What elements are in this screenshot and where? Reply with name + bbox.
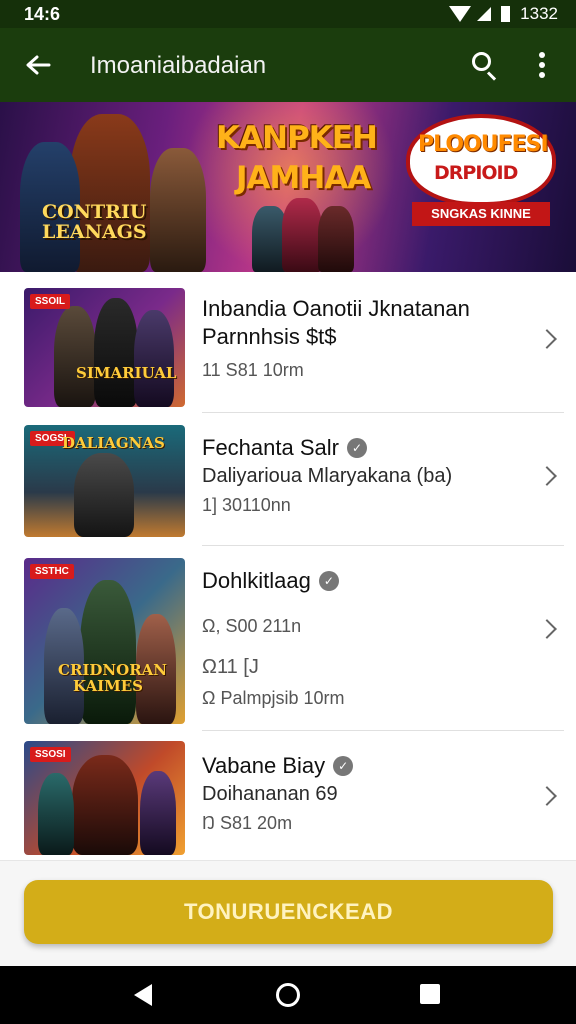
search-icon [472, 52, 491, 71]
item-thumbnail: SSOIL SIMARIUAL [24, 288, 185, 407]
arrow-left-icon [26, 55, 51, 75]
nav-back-icon[interactable] [134, 984, 152, 1006]
primary-action-button[interactable]: TONURUENCKEAD [24, 880, 553, 944]
chevron-right-icon [537, 466, 557, 486]
banner-hero-figure [318, 206, 354, 272]
more-vert-icon [539, 52, 545, 58]
banner-hero-figure [150, 148, 206, 272]
banner-badge-line1: PLOOUFESI [418, 132, 549, 157]
list-item[interactable]: SOGSL DALIAGNAS Fechanta Salr ✓ Daliyario… [0, 413, 576, 545]
system-nav-bar [0, 966, 576, 1024]
banner-badge-line2: DRPIOID [434, 162, 518, 184]
status-time: 14:6 [24, 4, 61, 24]
banner-badge [406, 114, 556, 206]
app-bar: Imoaniaibadaian [0, 28, 576, 102]
list-item[interactable]: SSTHC CRIDNORAN KAIMES Dohlkitlaag ✓ Ω, S… [0, 546, 576, 730]
item-thumbnail: SOGSL DALIAGNAS [24, 425, 185, 537]
banner-title-line2: JAMHAA [236, 160, 371, 196]
item-thumbnail: SSTHC CRIDNORAN KAIMES [24, 558, 185, 724]
verified-icon: ✓ [346, 438, 367, 458]
battery-icon [501, 6, 511, 22]
chevron-right-icon [537, 619, 557, 639]
list-item[interactable]: SSOSI Vabane Biay ✓ Doihananan 69 Ŋ S81 2… [0, 731, 576, 859]
chevron-right-icon [537, 329, 557, 349]
signal-icon [477, 7, 492, 21]
status-icons: 1332 [449, 4, 558, 24]
item-title: Fechanta Salr ✓ [202, 435, 367, 461]
item-title: Inbandia Oanotii Jknatanan [202, 296, 470, 321]
item-subtitle: Parnnhsis $t$ [202, 324, 337, 349]
banner-badge-ribbon: SNGKAS KINNE [412, 202, 550, 226]
item-thumb-text: CRIDNORAN KAIMES [58, 661, 168, 695]
search-button[interactable] [462, 43, 506, 87]
verified-icon: ✓ [318, 571, 339, 591]
item-thumbnail: SSOSI [24, 741, 185, 855]
item-meta: Ω, S00 211n [202, 616, 302, 636]
banner-left-title: CONTRIU LEANAGS [42, 201, 147, 243]
status-right-text: 1332 [520, 4, 558, 23]
back-button[interactable] [16, 43, 60, 87]
banner-hero-figure [282, 198, 322, 272]
item-meta: Ω11 [J [202, 656, 259, 678]
item-thumb-text: SIMARIUAL [76, 364, 177, 382]
item-thumb-text: DALIAGNAS [62, 434, 165, 452]
item-tag: SSTHC [30, 564, 74, 579]
status-bar: 14:6 1332 [0, 0, 576, 28]
item-subtitle: Doihananan 69 [202, 783, 338, 805]
item-subtitle: Daliyarioua Mlaryakana (ba) [202, 465, 453, 487]
item-title: Dohlkitlaag ✓ [202, 568, 339, 594]
banner-hero-figure [70, 114, 150, 272]
item-meta: Ω Palmpjsib 10rm [202, 688, 345, 708]
item-meta: Ŋ S81 20m [202, 813, 293, 833]
more-options-button[interactable] [520, 43, 564, 87]
item-meta: 11 S81 10rm [202, 360, 304, 380]
chevron-right-icon [537, 786, 557, 806]
nav-recents-icon[interactable] [420, 984, 440, 1004]
item-tag: SSOSI [30, 747, 71, 762]
banner-title-line1: KANPKEH [216, 120, 378, 156]
page-title: Imoaniaibadaian [90, 52, 267, 79]
verified-icon: ✓ [333, 756, 354, 776]
item-meta: 1] 30110nn [202, 495, 291, 515]
list-item[interactable]: SSOIL SIMARIUAL Inbandia Oanotii Jknatan… [0, 272, 576, 412]
wifi-icon [449, 6, 472, 22]
item-title: Vabane Biay ✓ [202, 753, 354, 779]
item-tag: SSOIL [30, 294, 71, 309]
nav-home-icon[interactable] [276, 983, 300, 1007]
promo-banner[interactable]: KANPKEH JAMHAA CONTRIU LEANAGS PLOOUFESI… [0, 102, 576, 272]
